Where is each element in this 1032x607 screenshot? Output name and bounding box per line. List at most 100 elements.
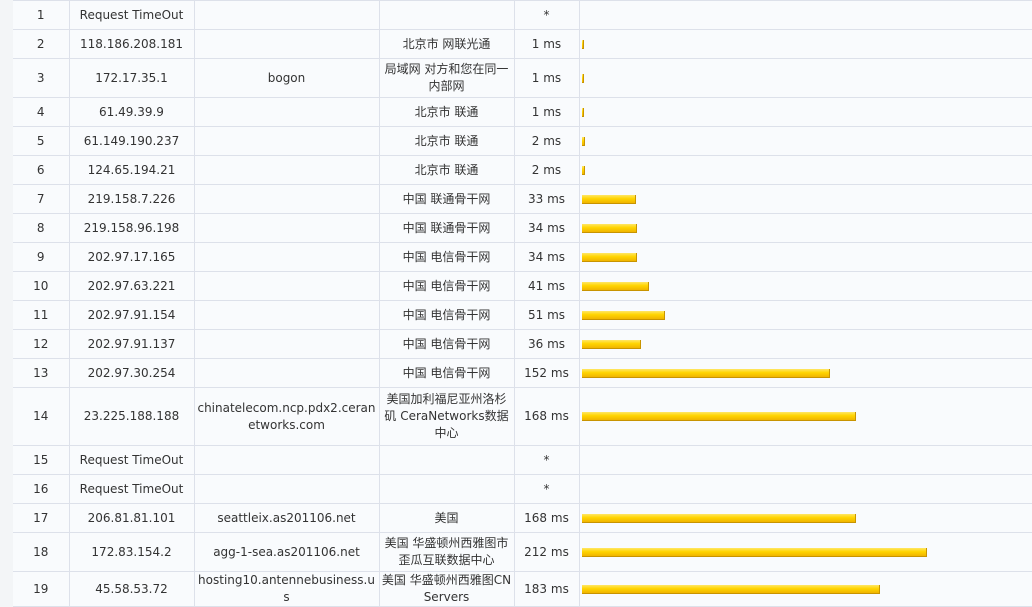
hostname-cell xyxy=(194,155,380,185)
ip-cell: 202.97.30.254 xyxy=(69,358,195,388)
ip-cell: Request TimeOut xyxy=(69,474,195,504)
latency-bar xyxy=(581,73,584,83)
ip-cell: 61.49.39.9 xyxy=(69,97,195,127)
latency-bar xyxy=(581,223,637,233)
ip-cell: 202.97.63.221 xyxy=(69,271,195,301)
latency-bar-cell xyxy=(579,242,1032,272)
table-row: 11 202.97.91.154 中国 电信骨干网 51 ms xyxy=(13,300,1032,330)
hop-cell: 3 xyxy=(13,58,70,98)
ip-cell: 172.17.35.1 xyxy=(69,58,195,98)
table-row: 9 202.97.17.165 中国 电信骨干网 34 ms xyxy=(13,242,1032,272)
latency-bar xyxy=(581,136,585,146)
latency-bar xyxy=(581,310,665,320)
latency-cell: 168 ms xyxy=(514,387,580,446)
latency-cell: * xyxy=(514,474,580,504)
location-cell: 中国 电信骨干网 xyxy=(379,242,515,272)
hostname-cell xyxy=(194,213,380,243)
latency-bar xyxy=(581,339,641,349)
location-cell: 美国加利福尼亚州洛杉矶 CeraNetworks数据中心 xyxy=(379,387,515,446)
hop-cell: 19 xyxy=(13,571,70,607)
table-row: 16 Request TimeOut * xyxy=(13,474,1032,504)
hop-cell: 7 xyxy=(13,184,70,214)
table-row: 6 124.65.194.21 北京市 联通 2 ms xyxy=(13,155,1032,185)
hostname-cell xyxy=(194,329,380,359)
latency-bar-cell xyxy=(579,474,1032,504)
latency-cell: 2 ms xyxy=(514,126,580,156)
location-cell: 北京市 联通 xyxy=(379,126,515,156)
hostname-cell xyxy=(194,445,380,475)
location-cell: 美国 华盛顿州西雅图市歪瓜互联数据中心 xyxy=(379,532,515,572)
latency-cell: 152 ms xyxy=(514,358,580,388)
hostname-cell xyxy=(194,242,380,272)
latency-bar-cell xyxy=(579,271,1032,301)
latency-bar-cell xyxy=(579,0,1032,30)
latency-bar-cell xyxy=(579,58,1032,98)
table-row: 17 206.81.81.101 seattleix.as201106.net 美国 1… xyxy=(13,503,1032,533)
ip-cell: 61.149.190.237 xyxy=(69,126,195,156)
location-cell: 中国 电信骨干网 xyxy=(379,329,515,359)
latency-bar xyxy=(581,281,649,291)
location-cell xyxy=(379,474,515,504)
latency-bar-cell xyxy=(579,213,1032,243)
hop-cell: 4 xyxy=(13,97,70,127)
latency-cell: 1 ms xyxy=(514,58,580,98)
location-cell: 中国 电信骨干网 xyxy=(379,358,515,388)
ip-cell: 202.97.17.165 xyxy=(69,242,195,272)
ip-cell: 219.158.96.198 xyxy=(69,213,195,243)
ip-cell: 124.65.194.21 xyxy=(69,155,195,185)
table-row: 4 61.49.39.9 北京市 联通 1 ms xyxy=(13,97,1032,127)
hop-cell: 14 xyxy=(13,387,70,446)
latency-bar-cell xyxy=(579,329,1032,359)
location-cell: 北京市 联通 xyxy=(379,97,515,127)
hostname-cell xyxy=(194,126,380,156)
hostname-cell xyxy=(194,300,380,330)
location-cell: 中国 电信骨干网 xyxy=(379,271,515,301)
latency-cell: 36 ms xyxy=(514,329,580,359)
hostname-cell xyxy=(194,29,380,59)
hop-cell: 10 xyxy=(13,271,70,301)
latency-cell: * xyxy=(514,445,580,475)
table-row: 14 23.225.188.188 chinatelecom.ncp.pdx2.ce… xyxy=(13,387,1032,446)
location-cell: 局域网 对方和您在同一内部网 xyxy=(379,58,515,98)
hostname-cell xyxy=(194,474,380,504)
ip-cell: 45.58.53.72 xyxy=(69,571,195,607)
hostname-cell xyxy=(194,184,380,214)
location-cell: 北京市 网联光通 xyxy=(379,29,515,59)
latency-bar-cell xyxy=(579,571,1032,607)
hop-cell: 18 xyxy=(13,532,70,572)
latency-bar xyxy=(581,547,927,557)
latency-bar-cell xyxy=(579,532,1032,572)
ip-cell: 206.81.81.101 xyxy=(69,503,195,533)
latency-cell: 183 ms xyxy=(514,571,580,607)
latency-bar xyxy=(581,412,856,421)
traceroute-table: 1 Request TimeOut * 2 118.186.208.181 北京市 网联光… xyxy=(13,0,1032,607)
latency-bar xyxy=(581,513,856,523)
latency-bar xyxy=(581,584,880,594)
left-gutter xyxy=(0,0,13,607)
location-cell: 中国 联通骨干网 xyxy=(379,213,515,243)
latency-bar xyxy=(581,252,637,262)
hostname-cell: seattleix.as201106.net xyxy=(194,503,380,533)
latency-bar-cell xyxy=(579,155,1032,185)
latency-bar xyxy=(581,194,636,204)
hop-cell: 13 xyxy=(13,358,70,388)
table-row: 2 118.186.208.181 北京市 网联光通 1 ms xyxy=(13,29,1032,59)
location-cell: 北京市 联通 xyxy=(379,155,515,185)
hop-cell: 15 xyxy=(13,445,70,475)
hostname-cell xyxy=(194,97,380,127)
latency-cell: 41 ms xyxy=(514,271,580,301)
latency-bar-cell xyxy=(579,358,1032,388)
ip-cell: Request TimeOut xyxy=(69,445,195,475)
location-cell xyxy=(379,0,515,30)
latency-bar-cell xyxy=(579,29,1032,59)
table-row: 13 202.97.30.254 中国 电信骨干网 152 ms xyxy=(13,358,1032,388)
ip-cell: Request TimeOut xyxy=(69,0,195,30)
table-row: 5 61.149.190.237 北京市 联通 2 ms xyxy=(13,126,1032,156)
hostname-cell xyxy=(194,0,380,30)
latency-bar xyxy=(581,107,584,117)
ip-cell: 202.97.91.137 xyxy=(69,329,195,359)
hop-cell: 8 xyxy=(13,213,70,243)
table-row: 1 Request TimeOut * xyxy=(13,0,1032,30)
latency-bar xyxy=(581,39,584,49)
location-cell xyxy=(379,445,515,475)
